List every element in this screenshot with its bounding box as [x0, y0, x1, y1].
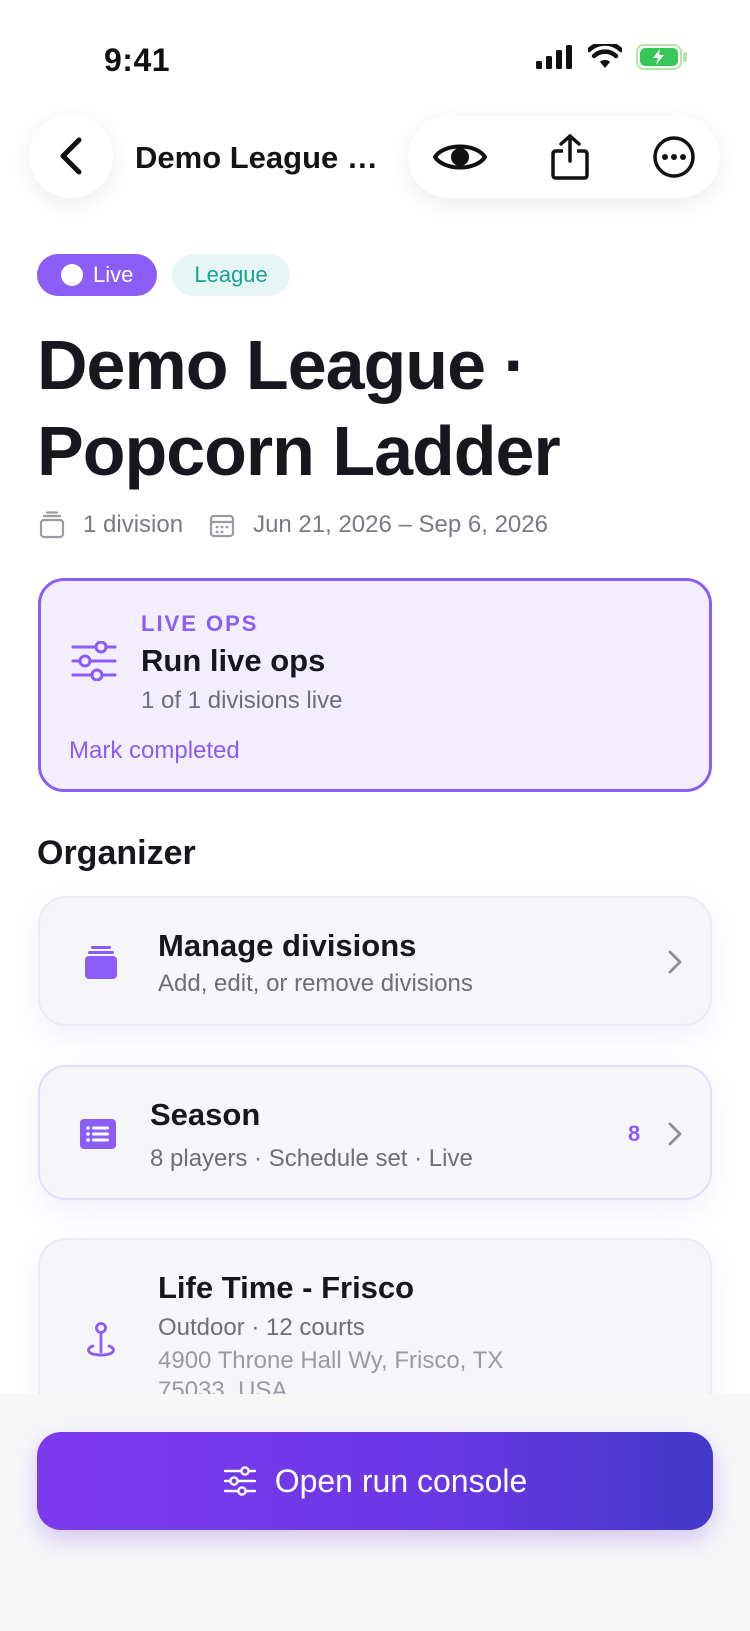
chevron-right-icon: [668, 950, 682, 974]
open-run-console-label: Open run console: [274, 1462, 528, 1499]
list-icon: [80, 1119, 116, 1149]
page-title-line-2: Popcorn Ladder: [37, 412, 561, 490]
live-ops-eyebrow: LIVE OPS: [141, 611, 259, 636]
stack-icon: [85, 946, 117, 979]
chevron-right-icon: [668, 1122, 682, 1146]
bottom-action-bar: Open run console: [0, 1394, 750, 1631]
season-subtitle: 8 players · Schedule set · Live: [150, 1145, 473, 1172]
share-icon: [551, 134, 589, 180]
live-pill: Live: [37, 254, 158, 296]
eye-icon: [433, 144, 487, 170]
sliders-icon: [223, 1466, 256, 1496]
open-run-console-button[interactable]: Open run console: [37, 1432, 713, 1530]
pin-icon: [87, 1322, 115, 1357]
page-title-line-1: Demo League ·: [37, 326, 527, 404]
nav-bar: Demo League · Popcorn Ladder: [0, 114, 750, 200]
back-button[interactable]: [29, 114, 113, 198]
venue-subtitle: Outdoor · 12 courts: [158, 1314, 365, 1341]
league-pill-label: League: [194, 262, 268, 287]
status-bar: 9:41: [0, 0, 750, 120]
manage-divisions-title: Manage divisions: [158, 928, 417, 963]
manage-divisions-subtitle: Add, edit, or remove divisions: [158, 970, 473, 997]
page-title: Demo League · Popcorn Ladder: [37, 322, 677, 494]
nav-actions: [408, 116, 720, 198]
calendar-icon: [207, 510, 237, 540]
status-pills: Live League: [37, 254, 290, 296]
status-time: 9:41: [104, 42, 171, 78]
preview-button[interactable]: [420, 116, 500, 198]
player-count-badge: 8: [628, 1121, 641, 1146]
mark-completed-link[interactable]: Mark completed: [69, 737, 240, 765]
back-chevron-icon: [60, 137, 82, 175]
status-icons: [536, 44, 688, 70]
live-ops-subtitle: 1 of 1 divisions live: [141, 687, 343, 714]
share-button[interactable]: [530, 116, 610, 198]
season-title: Season: [150, 1097, 261, 1132]
season-row[interactable]: Season 8 players · Schedule set · Live 8: [38, 1065, 712, 1200]
more-button[interactable]: [634, 116, 714, 198]
live-ops-title: Run live ops: [141, 643, 326, 678]
division-count: 1 division: [83, 511, 184, 538]
manage-divisions-row[interactable]: Manage divisions Add, edit, or remove di…: [38, 896, 712, 1026]
organizer-heading: Organizer: [37, 834, 196, 872]
live-ops-card[interactable]: LIVE OPS Run live ops 1 of 1 divisions l…: [38, 578, 712, 792]
meta-row: 1 division Jun 21, 2026 – Sep 6, 2026: [37, 510, 548, 540]
league-pill: League: [172, 254, 290, 296]
live-pill-label: Live: [93, 262, 134, 287]
battery-icon: [636, 44, 687, 70]
live-dot-icon: [61, 264, 83, 286]
tray-icon: [37, 510, 67, 540]
more-icon: [653, 136, 695, 178]
signal-icon: [536, 45, 572, 69]
sliders-icon: [71, 641, 117, 681]
date-range: Jun 21, 2026 – Sep 6, 2026: [253, 511, 548, 538]
wifi-icon: [588, 44, 622, 68]
nav-title: Demo League · Popcorn Ladder: [135, 140, 385, 175]
venue-title: Life Time - Frisco: [158, 1270, 415, 1305]
